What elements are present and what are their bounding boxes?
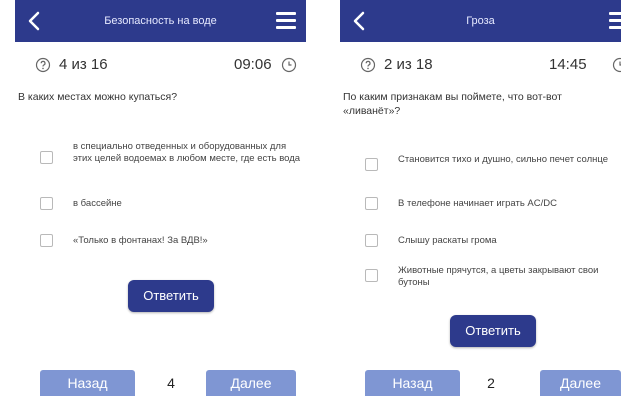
- answer-text: В телефоне начинает играть AC/DC: [398, 198, 557, 209]
- page-title: Безопасность на воде: [104, 15, 217, 27]
- prev-button[interactable]: Назад: [365, 370, 460, 396]
- submit-answer-button[interactable]: Ответить: [128, 280, 214, 312]
- clock-icon: [281, 57, 297, 73]
- question-text: В каких местах можно купаться?: [18, 91, 178, 103]
- next-button[interactable]: Далее: [540, 370, 621, 396]
- answer-checkbox[interactable]: [365, 234, 378, 247]
- answer-option[interactable]: «Только в фонтанах! За ВДВ!»: [40, 233, 306, 247]
- answer-checkbox[interactable]: [365, 269, 378, 282]
- answer-checkbox[interactable]: [365, 158, 378, 171]
- question-circle-icon[interactable]: [35, 57, 51, 73]
- answer-option[interactable]: В телефоне начинает играть AC/DC: [365, 196, 621, 210]
- quiz-screen-water-safety: Безопасность на воде 4 из 16 09:06 В как…: [15, 0, 306, 396]
- prev-button[interactable]: Назад: [40, 370, 135, 396]
- answer-option[interactable]: Слышу раскаты грома: [365, 233, 621, 247]
- timer-readout: 14:45: [549, 56, 587, 73]
- answer-text: Становится тихо и душно, сильно печет со…: [398, 154, 609, 165]
- next-button[interactable]: Далее: [206, 370, 296, 396]
- answer-option[interactable]: в специально отведенных и оборудованных …: [40, 141, 306, 165]
- top-app-bar: Безопасность на воде: [15, 0, 306, 42]
- chevron-left-icon[interactable]: [348, 9, 372, 33]
- top-app-bar: Гроза: [340, 0, 621, 42]
- hamburger-menu-icon[interactable]: [609, 12, 621, 30]
- answer-text: в специально отведенных и оборудованных …: [73, 141, 301, 164]
- bottom-navigation: Назад 4 Далее: [15, 370, 306, 396]
- hamburger-menu-icon[interactable]: [276, 12, 296, 30]
- answer-checkbox[interactable]: [365, 197, 378, 210]
- answer-option[interactable]: Животные прячутся, а цветы закрывают сво…: [365, 265, 621, 289]
- bottom-navigation: Назад 2 Далее: [340, 370, 621, 396]
- answer-text: Слышу раскаты грома: [398, 235, 497, 246]
- answer-option[interactable]: в бассейне: [40, 196, 306, 210]
- answer-checkbox[interactable]: [40, 234, 53, 247]
- timer-readout: 09:06: [234, 56, 272, 73]
- question-counter: 4 из 16: [59, 56, 108, 73]
- answer-option[interactable]: Становится тихо и душно, сильно печет со…: [365, 154, 621, 171]
- answer-checkbox[interactable]: [40, 197, 53, 210]
- clock-icon: [612, 57, 621, 73]
- answer-text: «Только в фонтанах! За ВДВ!»: [73, 235, 208, 246]
- page-title: Гроза: [466, 15, 495, 27]
- answer-text: в бассейне: [73, 198, 122, 209]
- quiz-status-row: 4 из 16 09:06: [15, 54, 306, 78]
- question-counter: 2 из 18: [384, 56, 433, 73]
- question-circle-icon[interactable]: [360, 57, 376, 73]
- question-text: По каким признакам вы поймете, что вот-в…: [343, 91, 562, 117]
- page-number: 4: [167, 375, 175, 391]
- chevron-left-icon[interactable]: [23, 9, 47, 33]
- page-number: 2: [487, 375, 495, 391]
- answer-text: Животные прячутся, а цветы закрывают сво…: [398, 265, 599, 288]
- submit-answer-button[interactable]: Ответить: [450, 315, 536, 347]
- quiz-screen-thunderstorm: Гроза 2 из 18 14:45 По каким признакам в…: [340, 0, 621, 396]
- quiz-status-row: 2 из 18 14:45: [340, 54, 621, 78]
- answer-checkbox[interactable]: [40, 151, 53, 164]
